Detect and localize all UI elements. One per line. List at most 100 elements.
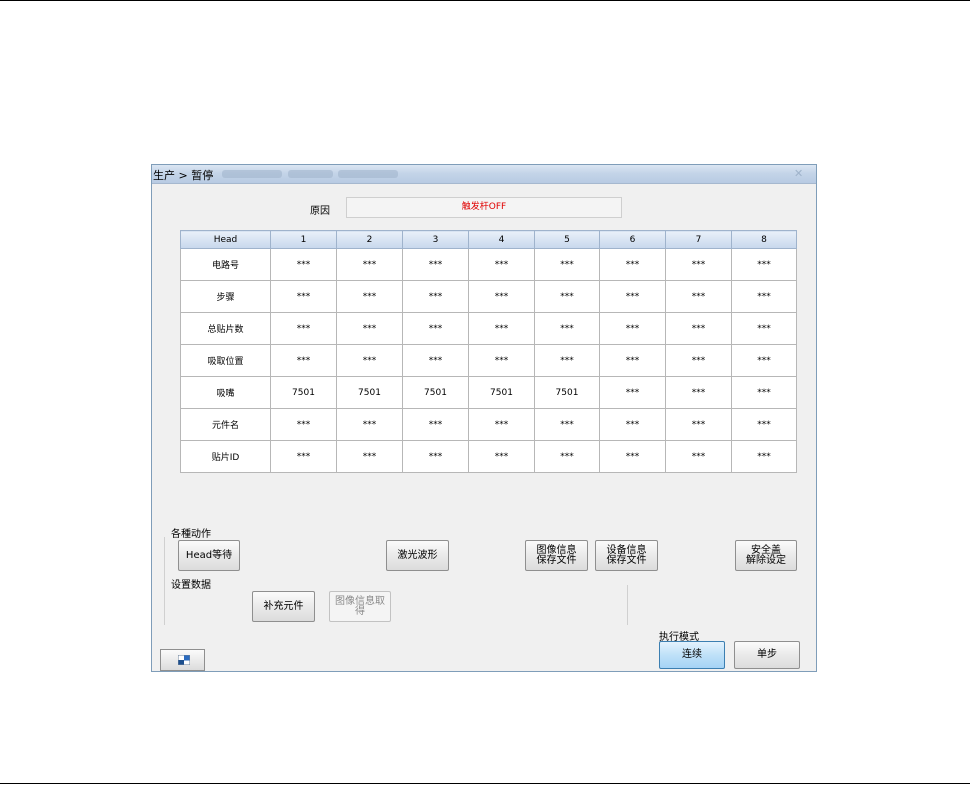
table-cell: *** — [665, 440, 732, 473]
group-divider — [627, 585, 628, 625]
table-cell: *** — [336, 408, 403, 441]
window-title: 生产 > 暂停 — [153, 169, 214, 182]
table-row: 贴片ID *** *** *** *** *** *** *** *** — [180, 440, 797, 473]
row-label: 电路号 — [180, 248, 271, 281]
table-cell: 7501 — [270, 376, 337, 409]
title-decoration — [338, 170, 398, 178]
table-cell: *** — [665, 376, 732, 409]
top-rule — [0, 0, 970, 1]
table-cell: *** — [665, 248, 732, 281]
save-device-info-button[interactable]: 设备信息 保存文件 — [595, 540, 658, 571]
window-switch-icon — [178, 655, 190, 665]
table-cell: *** — [270, 344, 337, 377]
table-cell: *** — [336, 280, 403, 313]
table-cell: *** — [402, 440, 469, 473]
column-header: 2 — [336, 230, 403, 249]
table-cell: *** — [731, 312, 797, 345]
save-device-info-label: 设备信息 保存文件 — [606, 544, 647, 566]
title-decoration — [288, 170, 333, 178]
column-header: 3 — [402, 230, 469, 249]
table-cell: *** — [731, 408, 797, 441]
table-cell: 7501 — [402, 376, 469, 409]
table-cell: *** — [599, 408, 666, 441]
table-cell: *** — [534, 312, 600, 345]
table-cell: *** — [468, 248, 535, 281]
table-cell: *** — [468, 312, 535, 345]
table-cell: *** — [599, 344, 666, 377]
table-cell: *** — [270, 408, 337, 441]
table-cell: *** — [270, 440, 337, 473]
table-cell: *** — [534, 280, 600, 313]
table-cell: *** — [270, 280, 337, 313]
pause-window: 生产 > 暂停 ✕ 原因 触发杆OFF Head 1 2 3 4 5 6 7 8… — [151, 164, 817, 672]
laser-waveform-button[interactable]: 激光波形 — [386, 540, 449, 571]
table-cell: *** — [665, 280, 732, 313]
table-cell: *** — [731, 376, 797, 409]
table-cell: *** — [534, 344, 600, 377]
column-header: 1 — [270, 230, 337, 249]
table-cell: 7501 — [534, 376, 600, 409]
column-header: 7 — [665, 230, 732, 249]
window-toggle-button[interactable] — [160, 649, 205, 671]
release-safety-cover-button[interactable]: 安全盖 解除设定 — [735, 540, 797, 571]
table-cell: *** — [402, 408, 469, 441]
table-cell: *** — [402, 312, 469, 345]
table-cell: 7501 — [468, 376, 535, 409]
save-image-info-label: 图像信息 保存文件 — [536, 544, 577, 566]
continuous-mode-button[interactable]: 连续 — [659, 641, 725, 669]
table-row: 元件名 *** *** *** *** *** *** *** *** — [180, 408, 797, 441]
head-status-table: Head 1 2 3 4 5 6 7 8 电路号 *** *** *** ***… — [180, 230, 797, 473]
table-cell: *** — [599, 280, 666, 313]
row-label: 总贴片数 — [180, 312, 271, 345]
column-header: 5 — [534, 230, 600, 249]
cause-value: 触发杆OFF — [346, 197, 622, 218]
table-cell: *** — [599, 312, 666, 345]
group-divider — [164, 537, 165, 625]
table-cell: *** — [468, 408, 535, 441]
row-label: 贴片ID — [180, 440, 271, 473]
table-cell: *** — [731, 248, 797, 281]
title-bar: 生产 > 暂停 ✕ — [152, 165, 816, 184]
bottom-rule — [0, 783, 970, 784]
table-cell: *** — [402, 248, 469, 281]
table-cell: *** — [534, 440, 600, 473]
table-cell: *** — [599, 440, 666, 473]
column-header: 8 — [731, 230, 797, 249]
head-wait-button[interactable]: Head等待 — [178, 540, 240, 571]
close-icon[interactable]: ✕ — [794, 168, 806, 180]
table-cell: *** — [468, 440, 535, 473]
save-image-info-button[interactable]: 图像信息 保存文件 — [525, 540, 588, 571]
actions-section-label: 各種动作 — [171, 529, 211, 540]
table-header-row: Head 1 2 3 4 5 6 7 8 — [180, 230, 797, 249]
settings-section-label: 设置数据 — [171, 580, 211, 591]
row-label: 步骤 — [180, 280, 271, 313]
get-image-info-button[interactable]: 图像信息取得 — [329, 591, 391, 622]
table-row: 步骤 *** *** *** *** *** *** *** *** — [180, 280, 797, 313]
step-mode-button[interactable]: 单步 — [734, 641, 800, 669]
table-row: 总贴片数 *** *** *** *** *** *** *** *** — [180, 312, 797, 345]
table-cell: *** — [599, 376, 666, 409]
table-cell: *** — [336, 248, 403, 281]
table-cell: *** — [665, 408, 732, 441]
row-label: 吸取位置 — [180, 344, 271, 377]
table-cell: *** — [270, 312, 337, 345]
table-cell: 7501 — [336, 376, 403, 409]
table-cell: *** — [665, 344, 732, 377]
table-cell: *** — [665, 312, 732, 345]
table-cell: *** — [468, 280, 535, 313]
table-row: 吸嘴 7501 7501 7501 7501 7501 *** *** *** — [180, 376, 797, 409]
table-cell: *** — [336, 312, 403, 345]
column-header: 4 — [468, 230, 535, 249]
table-row: 吸取位置 *** *** *** *** *** *** *** *** — [180, 344, 797, 377]
row-label: 元件名 — [180, 408, 271, 441]
table-cell: *** — [402, 344, 469, 377]
table-cell: *** — [731, 440, 797, 473]
row-label: 吸嘴 — [180, 376, 271, 409]
table-cell: *** — [534, 248, 600, 281]
table-cell: *** — [534, 408, 600, 441]
supplement-part-button[interactable]: 补充元件 — [252, 591, 315, 622]
column-header: 6 — [599, 230, 666, 249]
column-header: Head — [180, 230, 271, 249]
table-row: 电路号 *** *** *** *** *** *** *** *** — [180, 248, 797, 281]
table-cell: *** — [731, 344, 797, 377]
